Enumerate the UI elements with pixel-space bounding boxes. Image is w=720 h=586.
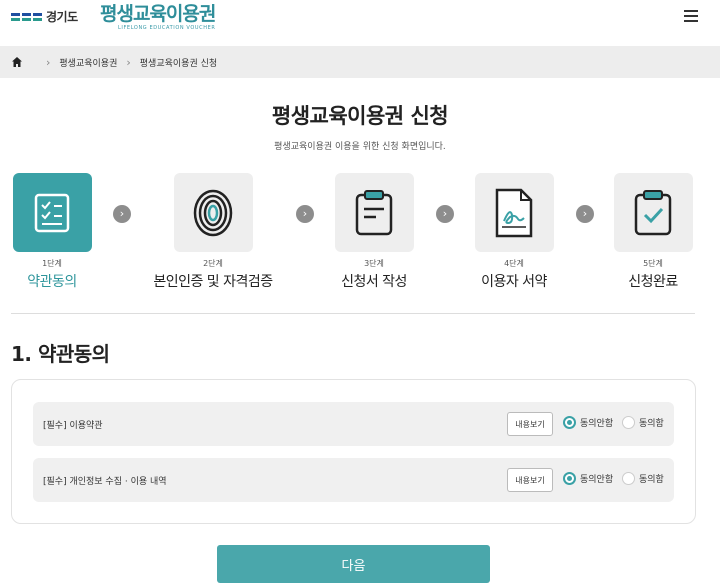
- term-row-usage: [필수] 이용약관 내용보기 동의안함 동의함: [33, 402, 674, 446]
- step-label: 본인인증 및 자격검증: [153, 274, 273, 290]
- step-number: 5단계: [643, 259, 663, 268]
- page-title: 평생교육이용권 신청: [271, 104, 449, 128]
- radio-label: 동의안함: [580, 419, 614, 429]
- step-number: 1단계: [42, 259, 62, 268]
- breadcrumb-item[interactable]: 평생교육이용권: [59, 56, 117, 69]
- signed-document-icon: [495, 188, 533, 237]
- step-1: 1단계 약관동의: [12, 173, 92, 291]
- radio-checked-icon: [563, 472, 576, 485]
- term-label: [필수] 개인정보 수집 · 이용 내역: [43, 476, 167, 487]
- breadcrumb: › 평생교육이용권 › 평생교육이용권 신청: [0, 46, 720, 78]
- brand-logo[interactable]: 평생교육이용권 LIFELONG EDUCATION VOUCHER: [100, 3, 216, 32]
- brand-subtitle: LIFELONG EDUCATION VOUCHER: [118, 25, 216, 31]
- radio-unchecked-icon: [622, 472, 635, 485]
- chevron-right-icon: ›: [113, 205, 131, 223]
- checklist-icon: [34, 193, 70, 232]
- brand-title: 평생교육이용권: [100, 3, 216, 25]
- clipboard-check-icon: [634, 189, 672, 235]
- term-label: [필수] 이용약관: [43, 420, 103, 431]
- step-5: 5단계 신청완료: [608, 173, 698, 291]
- disagree-radio[interactable]: 동의안함: [563, 416, 613, 429]
- chevron-right-icon: ›: [436, 205, 454, 223]
- breadcrumb-item-current[interactable]: 평생교육이용권 신청: [140, 56, 217, 69]
- disagree-radio[interactable]: 동의안함: [563, 472, 613, 485]
- fingerprint-icon: [193, 189, 233, 236]
- gyeonggi-logo-text: 경기도: [46, 10, 78, 24]
- radio-label: 동의함: [639, 419, 664, 429]
- radio-label: 동의안함: [580, 475, 614, 485]
- chevron-right-icon: ›: [126, 55, 131, 69]
- step-4: 4단계 이용자 서약: [469, 173, 559, 291]
- terms-card: [필수] 이용약관 내용보기 동의안함 동의함 [필수] 개인정보 수집 · 이…: [11, 379, 696, 524]
- gyeonggi-mark-icon: [11, 12, 42, 21]
- agree-radio[interactable]: 동의함: [622, 416, 664, 429]
- clipboard-form-icon: [355, 189, 393, 235]
- section-divider: [11, 313, 695, 314]
- step-2: 2단계 본인인증 및 자격검증: [133, 173, 293, 291]
- radio-label: 동의함: [639, 475, 664, 485]
- chevron-right-icon: ›: [46, 55, 51, 69]
- section-title: 1. 약관동의: [11, 342, 110, 366]
- step-2-box: [173, 173, 253, 252]
- hamburger-menu-icon[interactable]: [684, 10, 698, 22]
- step-1-box: [12, 173, 92, 252]
- step-4-box: [474, 173, 554, 252]
- radio-checked-icon: [563, 416, 576, 429]
- step-number: 4단계: [504, 259, 524, 268]
- step-3-box: [334, 173, 414, 252]
- next-button[interactable]: 다음: [217, 545, 490, 583]
- step-label: 신청완료: [628, 274, 678, 290]
- home-icon[interactable]: [11, 56, 23, 68]
- step-label: 이용자 서약: [481, 274, 547, 290]
- page-subtitle: 평생교육이용권 이용을 위한 신청 화면입니다.: [274, 142, 446, 152]
- view-terms-button[interactable]: 내용보기: [507, 468, 553, 492]
- step-label: 신청서 작성: [341, 274, 407, 290]
- chevron-right-icon: ›: [576, 205, 594, 223]
- step-label: 약관동의: [27, 274, 77, 290]
- chevron-right-icon: ›: [296, 205, 314, 223]
- term-row-privacy: [필수] 개인정보 수집 · 이용 내역 내용보기 동의안함 동의함: [33, 458, 674, 502]
- gyeonggi-logo[interactable]: 경기도: [11, 8, 78, 25]
- step-number: 2단계: [203, 259, 223, 268]
- step-5-box: [613, 173, 693, 252]
- view-terms-button[interactable]: 내용보기: [507, 412, 553, 436]
- site-header: 경기도 평생교육이용권 LIFELONG EDUCATION VOUCHER: [0, 0, 720, 44]
- radio-unchecked-icon: [622, 416, 635, 429]
- step-3: 3단계 신청서 작성: [329, 173, 419, 291]
- agree-radio[interactable]: 동의함: [622, 472, 664, 485]
- step-number: 3단계: [364, 259, 384, 268]
